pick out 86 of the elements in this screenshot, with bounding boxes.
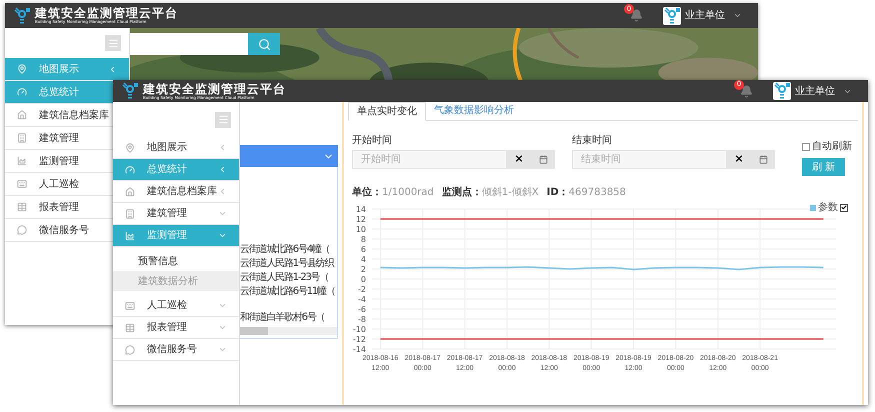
- axis-tick-label: 10: [356, 225, 366, 234]
- menu-icon: [218, 114, 228, 125]
- info-value: 469783858: [568, 186, 626, 200]
- axis-tick-label: -2: [358, 285, 366, 294]
- caret-icon: [218, 323, 227, 332]
- building-icon: [17, 133, 27, 143]
- axis-tick-label: -14: [352, 345, 366, 354]
- legend-checkbox[interactable]: [840, 204, 848, 212]
- axis-tick-label: -6: [358, 305, 366, 314]
- area-chart-icon: [125, 230, 135, 240]
- search-field[interactable]: [130, 33, 248, 55]
- caret-icon: [218, 231, 227, 240]
- axis-tick-label: 8: [360, 235, 366, 244]
- caret-icon: [218, 165, 227, 174]
- axis-tick-label: 0: [360, 275, 366, 284]
- menu-icon: [108, 38, 118, 48]
- table-icon: [125, 322, 135, 332]
- axis-tick-label: 6: [360, 245, 366, 254]
- logo-icon: [13, 6, 31, 24]
- axis-tick-label: 4: [360, 255, 366, 264]
- calendar-icon: [538, 155, 548, 164]
- house-icon: [125, 186, 135, 196]
- info-label: ID：: [546, 186, 569, 200]
- caret-icon: [218, 345, 227, 354]
- info-label: 监测点：: [442, 186, 482, 200]
- building-address[interactable]: 云街道人民路1号县纺织: [240, 256, 334, 270]
- tab[interactable]: 气象数据影响分析: [426, 101, 522, 120]
- logo-icon: [773, 82, 791, 100]
- logo-icon: [121, 82, 139, 100]
- bell-icon[interactable]: [630, 9, 643, 22]
- axis-tick-label: 14: [356, 205, 366, 214]
- axis-tick-label: -10: [352, 325, 366, 334]
- caret-icon[interactable]: [733, 11, 742, 20]
- keyboard-icon: [17, 179, 27, 189]
- legend-label: 参数: [818, 200, 838, 215]
- table-icon: [17, 202, 27, 212]
- app-title: 建筑安全监测管理云平台: [35, 7, 178, 19]
- caret-icon: [218, 301, 227, 310]
- calendar-button[interactable]: [531, 150, 555, 169]
- info-value: 倾斜1-倾斜X: [482, 186, 539, 200]
- date-field[interactable]: 结束时间: [572, 150, 727, 169]
- building-address[interactable]: 和街道白羊歌村6号（: [240, 310, 324, 324]
- user-name[interactable]: 业主单位: [685, 8, 725, 23]
- search-button[interactable]: [248, 33, 280, 55]
- gauge-icon: [17, 87, 27, 97]
- submenu-item[interactable]: 预警信息: [113, 251, 239, 271]
- building-address[interactable]: 云街道城北路6号4幢（: [240, 242, 330, 256]
- info-label: 单位：: [352, 186, 382, 200]
- user-name[interactable]: 业主单位: [795, 84, 835, 98]
- info-value: 1/1000rad: [382, 186, 434, 200]
- caret-icon: [218, 187, 227, 196]
- logo-icon: [663, 6, 681, 24]
- chat-bubble-icon: [125, 344, 135, 354]
- map-pin-icon: [125, 142, 135, 152]
- clear-button[interactable]: ×: [727, 150, 751, 169]
- building-address[interactable]: 云街道城北路6号11幢（: [240, 284, 335, 298]
- keyboard-icon: [125, 300, 135, 310]
- map-pin-icon: [17, 64, 27, 74]
- house-icon: [17, 110, 27, 120]
- clear-button[interactable]: ×: [507, 150, 531, 169]
- building-icon: [125, 208, 135, 218]
- app-title: 建筑安全监测管理云平台: [143, 82, 286, 94]
- field-label: 结束时间: [572, 134, 613, 148]
- search-icon: [258, 38, 270, 50]
- axis-tick-label: -12: [352, 335, 366, 344]
- caret-icon: [218, 209, 227, 218]
- chat-bubble-icon: [17, 225, 27, 235]
- axis-tick-label: 2: [360, 265, 366, 274]
- caret-icon: [218, 143, 227, 152]
- checkbox[interactable]: [802, 142, 810, 150]
- user-avatar[interactable]: [663, 6, 681, 24]
- building-address[interactable]: 云街道人民路1-23号（: [240, 270, 328, 284]
- scrollbar[interactable]: [240, 327, 337, 335]
- bell-icon[interactable]: [740, 84, 753, 98]
- caret-icon: [108, 64, 117, 74]
- axis-tick-label: -4: [358, 295, 366, 304]
- tab[interactable]: 单点实时变化: [348, 102, 426, 121]
- field-label: 开始时间: [352, 134, 393, 148]
- calendar-button[interactable]: [751, 150, 775, 169]
- axis-tick-label: -8: [358, 315, 366, 324]
- calendar-icon: [758, 155, 768, 164]
- date-field[interactable]: 开始时间: [352, 150, 507, 169]
- checkbox-label: 自动刷新: [812, 140, 852, 154]
- axis-tick-label: 12: [356, 215, 366, 224]
- gauge-icon: [125, 164, 135, 174]
- area-chart-icon: [17, 156, 27, 166]
